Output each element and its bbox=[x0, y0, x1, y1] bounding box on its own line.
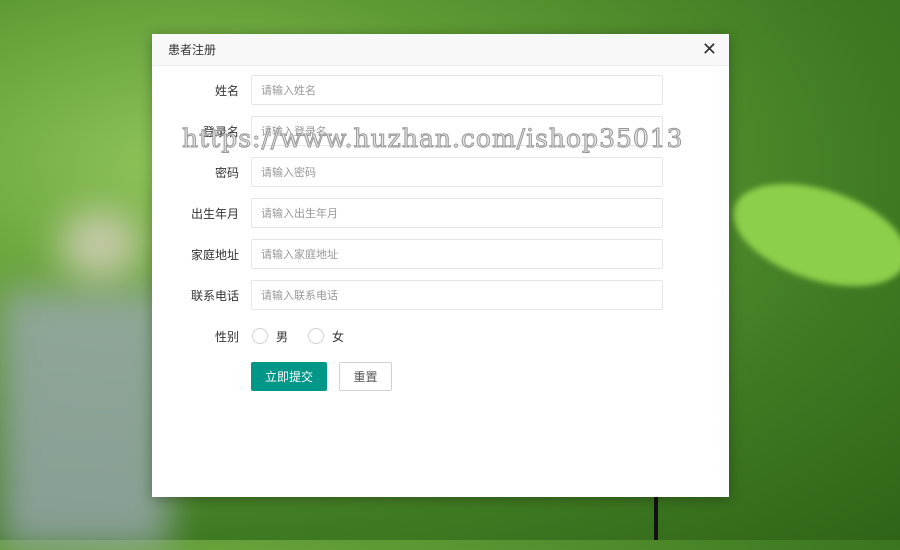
form-row-login: 登录名 bbox=[152, 116, 729, 146]
form-row-birth: 出生年月 bbox=[152, 198, 729, 228]
phone-label: 联系电话 bbox=[190, 288, 239, 303]
address-label: 家庭地址 bbox=[190, 247, 239, 262]
name-input[interactable] bbox=[251, 75, 663, 105]
phone-input[interactable] bbox=[251, 280, 663, 310]
password-label: 密码 bbox=[214, 165, 239, 180]
dialog-title: 患者注册 bbox=[168, 43, 217, 57]
form-row-name: 姓名 bbox=[152, 75, 729, 105]
background-leaf bbox=[720, 164, 900, 306]
background-blur bbox=[60, 210, 140, 280]
birth-input[interactable] bbox=[251, 198, 663, 228]
reset-button[interactable]: 重置 bbox=[339, 362, 392, 391]
patient-registration-dialog: 患者注册 ✕ 姓名 登录名 密码 出生年月 家庭地址 联系电话 性别 男 女 立… bbox=[152, 34, 729, 497]
radio-circle-icon[interactable] bbox=[308, 328, 324, 344]
dialog-header: 患者注册 bbox=[152, 34, 729, 66]
background-blur bbox=[0, 290, 170, 550]
gender-option-label: 男 bbox=[276, 329, 289, 344]
submit-button[interactable]: 立即提交 bbox=[251, 362, 327, 391]
close-icon[interactable]: ✕ bbox=[702, 40, 717, 60]
birth-label: 出生年月 bbox=[190, 206, 239, 221]
form-row-address: 家庭地址 bbox=[152, 239, 729, 269]
address-input[interactable] bbox=[251, 239, 663, 269]
login-name-input[interactable] bbox=[251, 116, 663, 146]
login-name-label: 登录名 bbox=[202, 124, 239, 139]
background-stem bbox=[654, 497, 658, 540]
radio-circle-icon[interactable] bbox=[252, 328, 268, 344]
password-input[interactable] bbox=[251, 157, 663, 187]
gender-radio-male[interactable]: 男 bbox=[252, 328, 288, 345]
name-label: 姓名 bbox=[214, 83, 239, 98]
gender-label: 性别 bbox=[214, 329, 239, 344]
form-row-gender: 性别 男 女 bbox=[152, 321, 729, 351]
gender-radio-female[interactable]: 女 bbox=[308, 328, 344, 345]
gender-option-label: 女 bbox=[332, 329, 345, 344]
form-row-password: 密码 bbox=[152, 157, 729, 187]
form-row-phone: 联系电话 bbox=[152, 280, 729, 310]
